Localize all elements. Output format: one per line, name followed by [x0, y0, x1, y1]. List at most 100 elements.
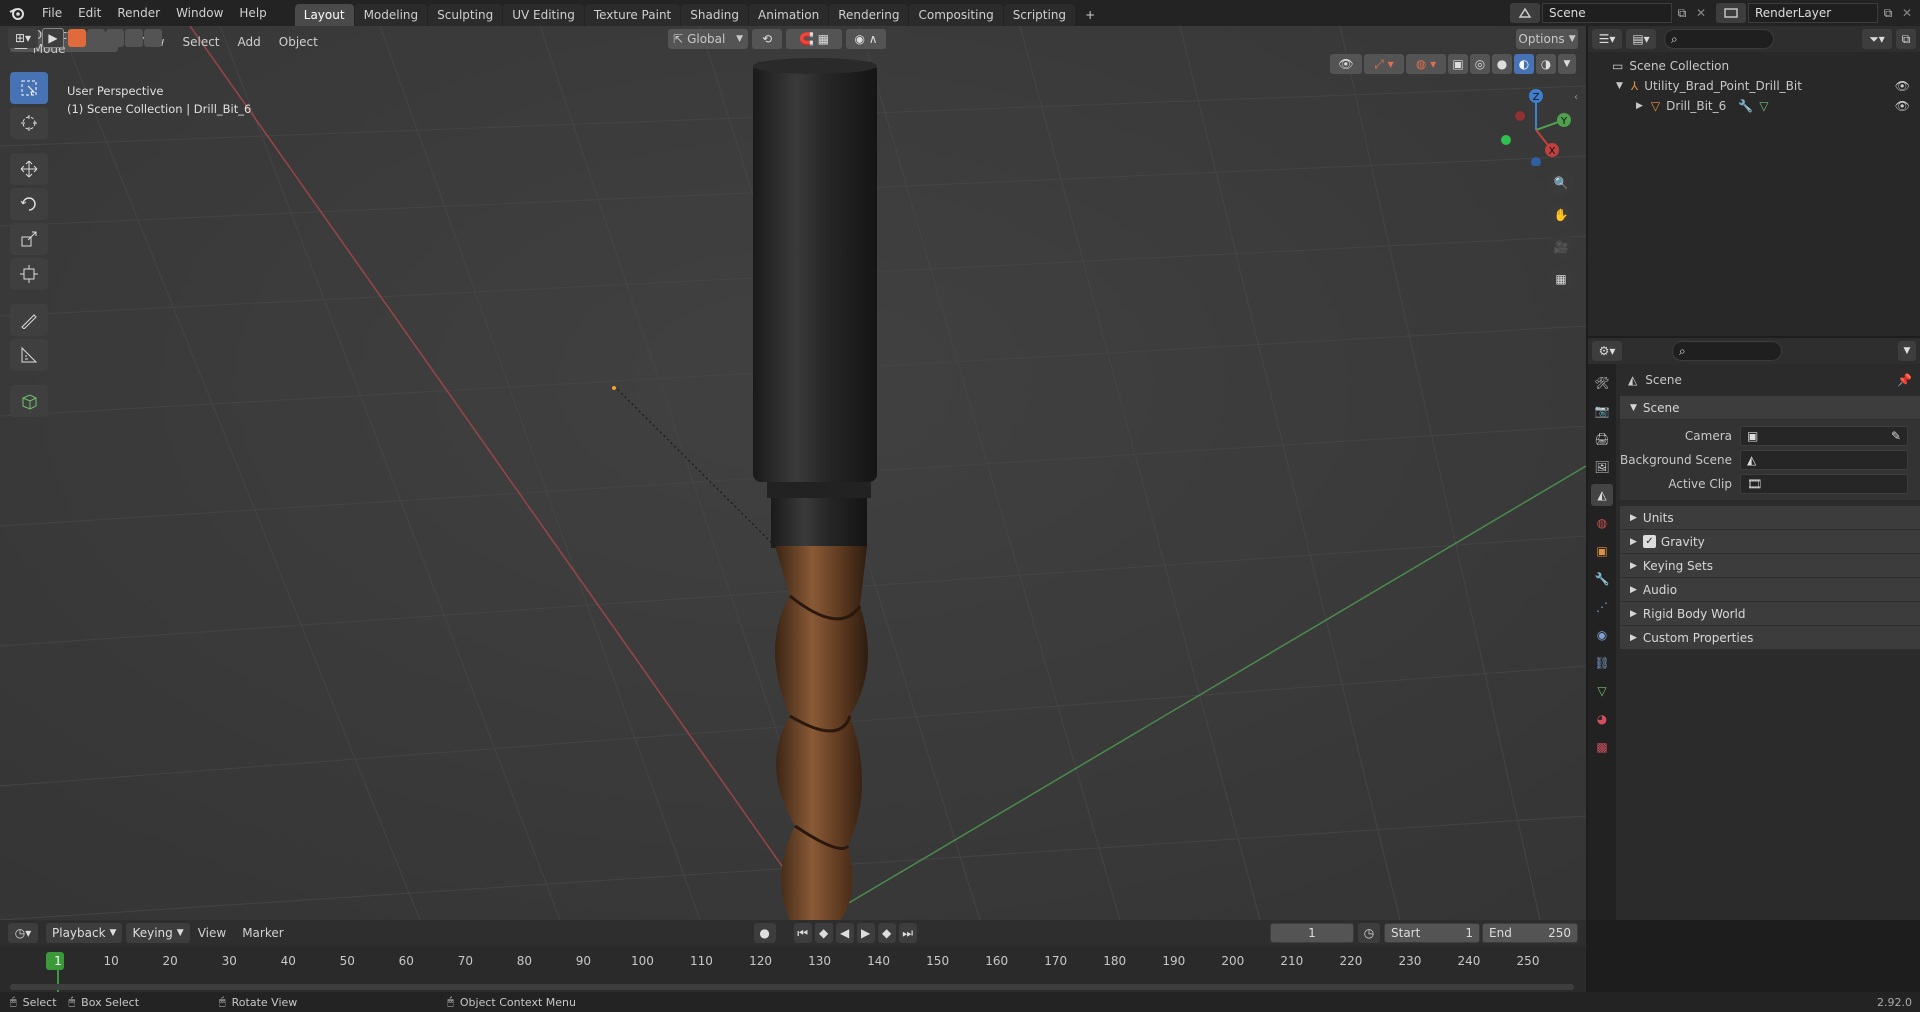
- pin-icon[interactable]: 📌: [1897, 373, 1912, 387]
- wireframe-shading-icon[interactable]: ◎: [1470, 54, 1490, 74]
- select-subtract-mode-icon[interactable]: [106, 29, 124, 47]
- scene-selector-icon[interactable]: [1510, 3, 1540, 23]
- sidebar-toggle-icon[interactable]: ‹: [1574, 92, 1578, 103]
- tab-modeling[interactable]: Modeling: [354, 4, 428, 26]
- rigid-body-world-panel-header[interactable]: ▶ Rigid Body World: [1620, 602, 1920, 626]
- pivot-point-icon[interactable]: ⟲: [752, 29, 782, 49]
- viewport-menu-select[interactable]: Select: [174, 32, 227, 52]
- display-mode-icon[interactable]: ▤▾: [1626, 29, 1656, 49]
- tab-sculpting[interactable]: Sculpting: [428, 4, 503, 26]
- editor-type-icon[interactable]: ⊞▾: [8, 28, 38, 48]
- eyedropper-icon[interactable]: ✎: [1891, 429, 1901, 443]
- keying-sets-panel-header[interactable]: ▶ Keying Sets: [1620, 554, 1920, 578]
- outliner-row-scene-collection[interactable]: ▭ Scene Collection: [1588, 56, 1920, 76]
- snapping-icon[interactable]: 🧲 ▦: [786, 29, 842, 49]
- blender-logo-icon[interactable]: [0, 0, 34, 26]
- tab-layout[interactable]: Layout: [294, 4, 354, 26]
- scale-tool-icon[interactable]: [10, 223, 48, 255]
- menu-help[interactable]: Help: [231, 0, 274, 26]
- output-tab-icon[interactable]: 🖨: [1591, 428, 1613, 450]
- filter-icon[interactable]: ⏷▾: [1862, 29, 1892, 49]
- outliner-row-drill-bit[interactable]: ▶ ▽ Drill_Bit_6 🔧 ▽ 👁: [1588, 96, 1920, 116]
- expand-arrow-icon[interactable]: ▶: [1636, 101, 1643, 111]
- tab-uv-editing[interactable]: UV Editing: [503, 4, 584, 26]
- audio-panel-header[interactable]: ▶ Audio: [1620, 578, 1920, 602]
- new-collection-icon[interactable]: ⧉: [1896, 29, 1916, 49]
- gizmos-toggle-icon[interactable]: ⤢ ▾: [1364, 54, 1404, 74]
- material-preview-shading-icon[interactable]: ◐: [1514, 54, 1534, 74]
- outliner-search-input[interactable]: ⌕: [1664, 29, 1774, 49]
- proportional-editing-icon[interactable]: ◉ ∧: [846, 29, 886, 49]
- measure-tool-icon[interactable]: [10, 339, 48, 371]
- outliner-row-empty[interactable]: ▼ ⅄ Utility_Brad_Point_Drill_Bit 👁: [1588, 76, 1920, 96]
- visibility-selectability-icon[interactable]: 👁: [1330, 54, 1362, 74]
- viewport-menu-object[interactable]: Object: [271, 32, 326, 52]
- world-tab-icon[interactable]: ◍: [1591, 512, 1613, 534]
- data-tab-icon[interactable]: ▽: [1591, 680, 1613, 702]
- tab-texture-paint[interactable]: Texture Paint: [584, 4, 681, 26]
- 3d-viewport[interactable]: Object Mode ▼ View Select Add Object ⇱ G…: [0, 26, 1586, 920]
- rendered-shading-icon[interactable]: ◑: [1536, 54, 1556, 74]
- expand-arrow-icon[interactable]: ▼: [1616, 81, 1623, 91]
- render-layer-field[interactable]: RenderLayer: [1748, 3, 1878, 23]
- view-layer-selector-icon[interactable]: [1716, 3, 1746, 23]
- tab-compositing[interactable]: Compositing: [909, 4, 1003, 26]
- transform-orientation-dropdown[interactable]: ⇱ Global ▼: [668, 29, 748, 49]
- transform-tool-icon[interactable]: [10, 258, 48, 290]
- render-tab-icon[interactable]: 📷: [1591, 400, 1613, 422]
- add-cube-tool-icon[interactable]: [10, 385, 48, 417]
- eye-icon[interactable]: 👁: [1895, 99, 1910, 113]
- delete-scene-icon[interactable]: ✕: [1692, 6, 1710, 20]
- camera-field[interactable]: ▣ ✎: [1740, 426, 1908, 446]
- object-tab-icon[interactable]: ▣: [1591, 540, 1613, 562]
- texture-tab-icon[interactable]: ▩: [1591, 736, 1613, 758]
- move-tool-icon[interactable]: [10, 153, 48, 185]
- annotate-tool-icon[interactable]: [10, 304, 48, 336]
- scene-panel-header[interactable]: ▼ Scene: [1620, 396, 1920, 420]
- pan-hand-icon[interactable]: ✋: [1548, 202, 1574, 228]
- ortho-grid-icon[interactable]: ▦: [1548, 266, 1574, 292]
- view-layer-tab-icon[interactable]: 🖼: [1591, 456, 1613, 478]
- custom-properties-panel-header[interactable]: ▶ Custom Properties: [1620, 626, 1920, 650]
- tab-scripting[interactable]: Scripting: [1003, 4, 1076, 26]
- navigation-gizmo[interactable]: Z Y X: [1492, 86, 1572, 166]
- background-scene-field[interactable]: ◭: [1740, 450, 1908, 470]
- eye-icon[interactable]: 👁: [1895, 79, 1910, 93]
- select-intersect-mode-icon[interactable]: [144, 29, 162, 47]
- constraints-tab-icon[interactable]: ⛓: [1591, 652, 1613, 674]
- material-tab-icon[interactable]: ◕: [1591, 708, 1613, 730]
- solid-shading-icon[interactable]: ●: [1492, 54, 1512, 74]
- delete-view-layer-icon[interactable]: ✕: [1898, 6, 1916, 20]
- new-view-layer-icon[interactable]: ⧉: [1878, 6, 1898, 21]
- viewport-menu-add[interactable]: Add: [230, 32, 269, 52]
- select-extend-mode-icon[interactable]: [87, 29, 105, 47]
- select-invert-mode-icon[interactable]: [125, 29, 143, 47]
- shading-options-icon[interactable]: ▼: [1558, 54, 1576, 74]
- xray-toggle-icon[interactable]: ▣: [1448, 54, 1468, 74]
- overlays-toggle-icon[interactable]: ◍ ▾: [1406, 54, 1446, 74]
- active-clip-field[interactable]: 🎞: [1740, 474, 1908, 494]
- cursor-tool-icon[interactable]: [10, 107, 48, 139]
- rotate-tool-icon[interactable]: [10, 188, 48, 220]
- select-new-mode-icon[interactable]: [68, 29, 86, 47]
- camera-view-icon[interactable]: 🎥: [1548, 234, 1574, 260]
- scene-name-field[interactable]: Scene: [1542, 3, 1672, 23]
- physics-tab-icon[interactable]: ◉: [1591, 624, 1613, 646]
- menu-edit[interactable]: Edit: [70, 0, 109, 26]
- tool-tab-icon[interactable]: 🛠: [1591, 372, 1613, 394]
- menu-render[interactable]: Render: [109, 0, 168, 26]
- add-workspace-icon[interactable]: +: [1076, 4, 1104, 26]
- gravity-checkbox[interactable]: ✓: [1642, 535, 1656, 548]
- new-scene-icon[interactable]: ⧉: [1672, 6, 1692, 21]
- options-dropdown[interactable]: Options ▼: [1516, 29, 1578, 49]
- gravity-panel-header[interactable]: ▶ ✓ Gravity: [1620, 530, 1920, 554]
- tab-shading[interactable]: Shading: [681, 4, 748, 26]
- select-box-tool-icon[interactable]: [10, 72, 48, 104]
- units-panel-header[interactable]: ▶ Units: [1620, 506, 1920, 530]
- particles-tab-icon[interactable]: ⋰: [1591, 596, 1613, 618]
- tab-rendering[interactable]: Rendering: [829, 4, 909, 26]
- properties-editor-type-icon[interactable]: ⚙▾: [1592, 341, 1622, 361]
- outliner-editor-type-icon[interactable]: ☰▾: [1592, 29, 1622, 49]
- modifier-tab-icon[interactable]: 🔧: [1591, 568, 1613, 590]
- timeline-ruler[interactable]: 1 10 20 30 40 50 60 70 80 90 100 110 120 130 140 150 160…: [0, 920, 1586, 992]
